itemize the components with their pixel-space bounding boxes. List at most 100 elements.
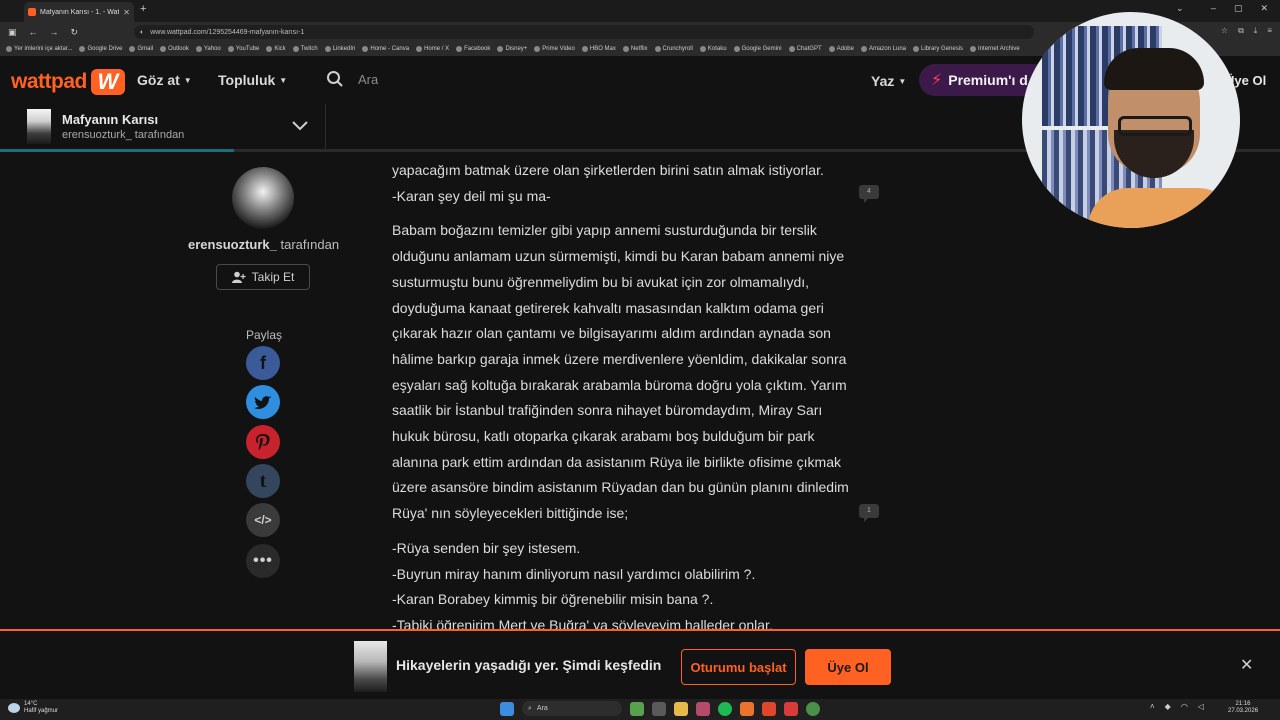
tab-list-chevron-icon[interactable]: ⌄ xyxy=(1176,3,1184,14)
file-explorer-icon[interactable] xyxy=(674,701,688,716)
wattpad-logo[interactable]: wattpad W xyxy=(11,69,125,95)
close-tab-icon[interactable]: ✕ xyxy=(123,8,130,17)
bookmark-item[interactable]: Yer imlerini içe aktar... xyxy=(6,46,72,52)
story-bar-divider xyxy=(325,104,326,152)
widgets-icon[interactable] xyxy=(630,701,644,716)
bookmark-item[interactable]: LinkedIn xyxy=(324,46,355,52)
bookmark-item[interactable]: Facebook xyxy=(456,46,490,52)
more-options-icon[interactable]: ••• xyxy=(246,544,280,578)
lightning-icon: ⚡ xyxy=(931,72,943,89)
windows-start-icon[interactable] xyxy=(500,701,514,716)
bookmark-item[interactable]: Google Drive xyxy=(79,46,122,52)
bookmark-label: Yer imlerini içe aktar... xyxy=(14,46,73,52)
bookmark-item[interactable]: Kotaku xyxy=(699,46,727,52)
story-title[interactable]: Mafyanın Karısı xyxy=(62,112,158,127)
bookmark-favicon-icon xyxy=(79,46,86,52)
tray-app-icon[interactable]: ◆ xyxy=(1165,702,1171,711)
bookmark-label: Internet Archive xyxy=(978,46,1020,52)
new-tab-icon[interactable]: + xyxy=(140,3,146,15)
firefox-icon[interactable] xyxy=(740,701,754,716)
bookmark-star-icon[interactable]: ☆ xyxy=(1221,26,1228,36)
premium-label: Premium'ı d xyxy=(948,72,1028,88)
forward-icon[interactable]: → xyxy=(50,27,59,37)
tumblr-share-icon[interactable]: t xyxy=(246,464,280,498)
bookmark-item[interactable]: Crunchyroll xyxy=(654,46,693,52)
downloads-icon[interactable]: ⤓ xyxy=(1254,26,1258,36)
extensions-icon[interactable]: ⧉ xyxy=(1238,26,1244,36)
embed-code-icon[interactable]: </> xyxy=(246,503,280,537)
taskbar-clock[interactable]: 21:16 27.03.2026 xyxy=(1228,701,1258,715)
chapter-paragraph: Babam boğazını temizler gibi yapıp annem… xyxy=(392,218,862,526)
bookmark-label: Kotaku xyxy=(707,46,727,52)
clock-date: 27.03.2026 xyxy=(1228,708,1259,714)
pinterest-share-icon[interactable] xyxy=(246,425,280,459)
reading-progress-fill xyxy=(0,149,235,152)
bookmark-item[interactable]: Kick xyxy=(266,46,286,52)
bookmark-item[interactable]: Disney+ xyxy=(497,46,527,52)
spotify-icon[interactable] xyxy=(718,701,732,716)
banner-signup-button[interactable]: Üye Ol xyxy=(805,649,891,685)
author-avatar[interactable] xyxy=(232,167,294,229)
bookmark-item[interactable]: Home - Canva xyxy=(362,46,409,52)
author-name[interactable]: erensuozturk_ xyxy=(188,237,277,252)
bookmark-item[interactable]: Amazon Luna xyxy=(860,46,906,52)
bookmark-item[interactable]: Outlook xyxy=(160,46,189,52)
bookmark-item[interactable]: Gmail xyxy=(129,46,153,52)
bookmark-item[interactable]: Google Gemini xyxy=(733,46,782,52)
bookmark-label: Google Gemini xyxy=(741,46,782,52)
weather-widget[interactable]: 14°C Hafif yağmur xyxy=(8,701,58,715)
address-bar[interactable]: ◐ www.wattpad.com/1295254469-mafyanın-ka… xyxy=(134,25,1034,39)
bookmark-favicon-icon xyxy=(129,46,136,52)
taskbar-search[interactable]: ⌕ Ara xyxy=(522,701,622,716)
bookmark-favicon-icon xyxy=(534,46,541,52)
bookmark-item[interactable]: Library Genesis xyxy=(913,46,963,52)
search-box[interactable]: Ara xyxy=(326,70,378,88)
bookmark-item[interactable]: Home / X xyxy=(416,46,449,52)
back-icon[interactable]: ← xyxy=(29,27,38,37)
bookmark-item[interactable]: Prime Video xyxy=(534,46,575,52)
bookmark-item[interactable]: HBO Max xyxy=(581,46,616,52)
bookmark-label: Outlook xyxy=(168,46,189,52)
story-cover-thumbnail[interactable] xyxy=(27,109,51,144)
chapter-list-chevron-icon[interactable] xyxy=(292,118,308,134)
bookmark-item[interactable]: Adobe xyxy=(828,46,854,52)
sidebar-toggle-icon[interactable]: ▣ xyxy=(8,27,17,38)
bookmark-item[interactable]: Internet Archive xyxy=(970,46,1020,52)
chrome-icon[interactable] xyxy=(806,701,820,716)
tray-chevron-icon[interactable]: ˄ xyxy=(1150,702,1155,711)
volume-icon[interactable]: ◁ xyxy=(1198,702,1204,711)
wifi-icon[interactable]: ◠ xyxy=(1181,702,1188,711)
task-view-icon[interactable] xyxy=(652,701,666,716)
write-menu[interactable]: Yaz ▼ xyxy=(871,73,906,89)
close-window-icon[interactable]: ✕ xyxy=(1260,3,1268,14)
follow-label: Takip Et xyxy=(251,270,295,284)
app-w-icon[interactable] xyxy=(784,701,798,716)
bookmark-item[interactable]: Twitch xyxy=(292,46,318,52)
twitter-share-icon[interactable] xyxy=(246,385,280,419)
bookmark-item[interactable]: YouTube xyxy=(227,46,259,52)
browse-menu[interactable]: Göz at ▼ xyxy=(137,72,192,88)
bookmark-item[interactable]: Yahoo xyxy=(195,46,221,52)
community-menu[interactable]: Topluluk ▼ xyxy=(218,72,287,88)
maximize-icon[interactable]: ▢ xyxy=(1234,3,1243,14)
follow-button[interactable]: Takip Et xyxy=(216,264,310,290)
menu-icon[interactable]: ≡ xyxy=(1267,26,1272,36)
chapter-text: yapacağım batmak üzere olan şirketlerden… xyxy=(392,158,862,648)
comment-count-icon[interactable]: 1 xyxy=(859,504,879,522)
banner-close-icon[interactable]: ✕ xyxy=(1240,655,1253,675)
facebook-share-icon[interactable]: f xyxy=(246,346,280,380)
login-button[interactable]: Oturumu başlat xyxy=(681,649,796,685)
browser-app-icon[interactable] xyxy=(696,701,710,716)
bookmark-item[interactable]: Netflix xyxy=(622,46,648,52)
site-info-icon[interactable]: ◐ xyxy=(140,29,144,36)
caret-down-icon: ▼ xyxy=(898,77,907,86)
browser-tab[interactable]: Mafyanın Karısı - 1. - Wattpad ✕ xyxy=(24,2,134,22)
reload-icon[interactable]: ↻ xyxy=(71,27,79,38)
minimize-icon[interactable]: – xyxy=(1211,3,1216,14)
logo-w-icon: W xyxy=(90,69,125,95)
comment-count-icon[interactable]: 4 xyxy=(859,185,879,203)
brave-icon[interactable] xyxy=(762,701,776,716)
bookmark-favicon-icon xyxy=(654,46,661,52)
cloud-rain-icon xyxy=(8,703,20,713)
bookmark-item[interactable]: ChatGPT xyxy=(788,46,822,52)
